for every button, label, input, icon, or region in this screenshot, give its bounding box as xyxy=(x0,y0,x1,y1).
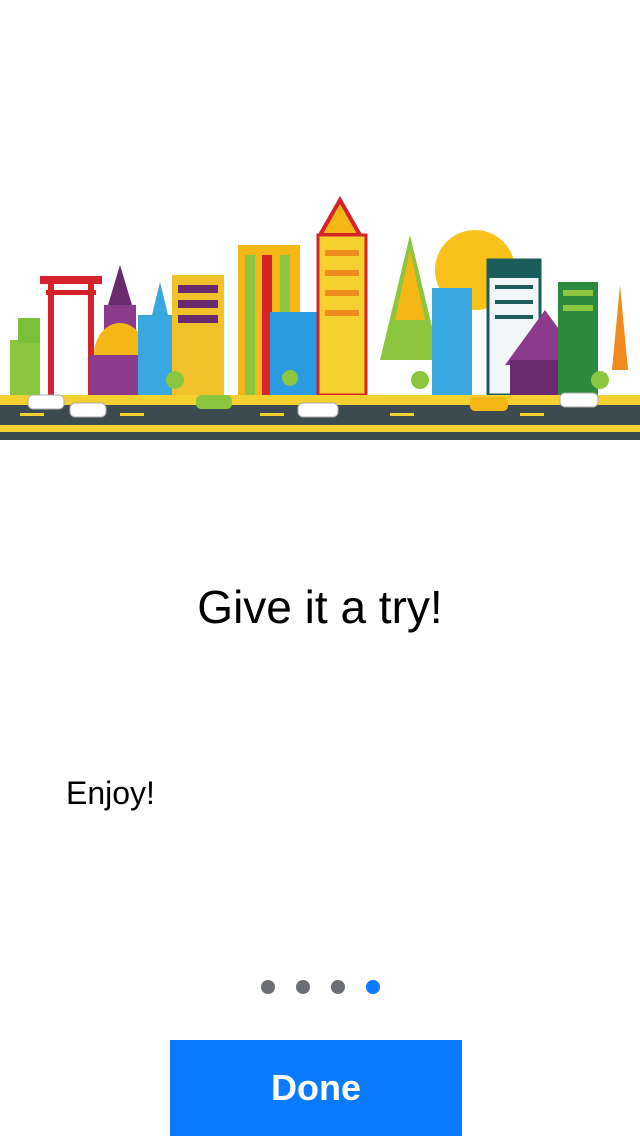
onboarding-title: Give it a try! xyxy=(197,581,443,633)
page-indicator[interactable] xyxy=(0,980,640,994)
page-dot-1[interactable] xyxy=(260,980,275,994)
onboarding-body-text: Enjoy! xyxy=(66,775,155,811)
page-dot-4-active[interactable] xyxy=(365,980,380,994)
page-dot-3[interactable] xyxy=(330,980,345,994)
city-skyline-illustration xyxy=(0,195,640,440)
done-button[interactable]: Done xyxy=(170,1040,462,1136)
page-dot-2[interactable] xyxy=(295,980,310,994)
onboarding-screen: Give it a try! Enjoy! Done xyxy=(0,0,640,1136)
